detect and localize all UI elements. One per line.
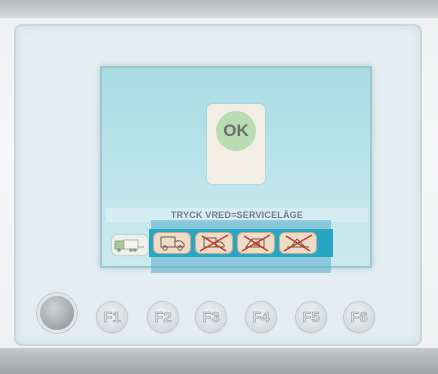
display-screen: OK TRYCK VRED=SERVICELÄGE: [100, 66, 372, 273]
lift-crossed-icon[interactable]: [279, 232, 317, 254]
truck-crossed-icon[interactable]: [195, 232, 233, 254]
ok-label: OK: [223, 121, 249, 140]
ok-status-card[interactable]: OK: [207, 104, 265, 184]
f3-key-label: F3: [202, 308, 220, 326]
top-frame: [0, 0, 438, 18]
ok-indicator: OK: [216, 111, 256, 151]
f4-key[interactable]: F4: [246, 302, 276, 332]
f5-key[interactable]: F5: [296, 302, 326, 332]
hmi-panel: OK TRYCK VRED=SERVICELÄGE F1 F2 F3 F4 F5…: [0, 0, 438, 374]
tipper-crossed-icon[interactable]: [237, 232, 275, 254]
f4-key-label: F4: [252, 308, 270, 326]
f1-key-label: F1: [103, 308, 121, 326]
f6-key-label: F6: [350, 308, 368, 326]
truck-trailer-icon: [112, 235, 148, 255]
rotary-knob-button[interactable]: [40, 296, 74, 330]
f1-key[interactable]: F1: [97, 302, 127, 332]
f2-key[interactable]: F2: [148, 302, 178, 332]
f5-key-label: F5: [302, 308, 320, 326]
truck-icon[interactable]: [153, 232, 191, 254]
icon-button-strip: [149, 229, 333, 257]
f6-key[interactable]: F6: [344, 302, 374, 332]
f3-key[interactable]: F3: [196, 302, 226, 332]
bottom-frame: [0, 348, 438, 374]
f2-key-label: F2: [154, 308, 172, 326]
